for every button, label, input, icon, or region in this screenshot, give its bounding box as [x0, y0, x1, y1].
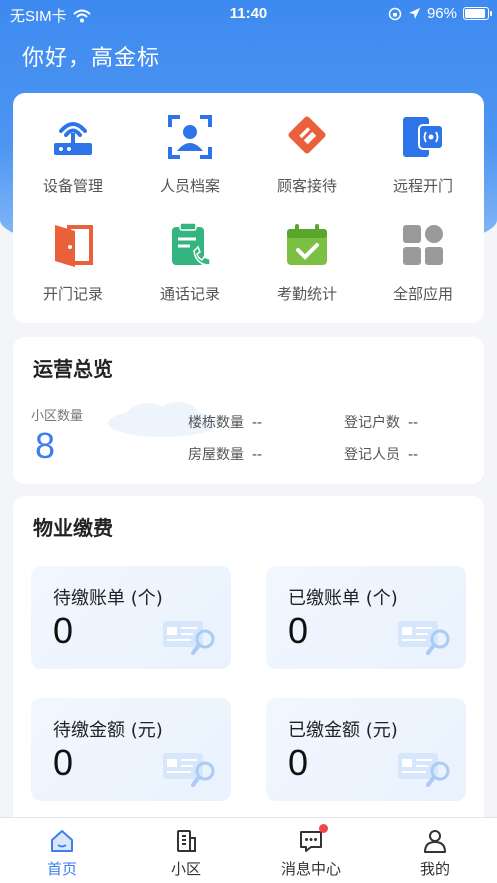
household-count: 登记户数 -- — [344, 415, 419, 431]
orientation-lock-icon — [388, 7, 402, 20]
community-count-label: 小区数量 — [31, 409, 84, 424]
app-door-records[interactable]: 开门记录 — [18, 221, 128, 304]
fee-card-paid-bills[interactable]: 已缴账单 (个) 0 — [266, 566, 466, 669]
section-title: 运营总览 — [33, 357, 113, 381]
app-device-management[interactable]: 设备管理 — [18, 113, 128, 196]
tab-community[interactable]: 小区 — [136, 828, 236, 879]
grid-apps-icon — [403, 225, 443, 265]
calendar-check-icon — [287, 224, 327, 265]
fee-card-unpaid-amount[interactable]: 待缴金额 (元) 0 — [31, 698, 231, 801]
face-scan-icon — [168, 115, 212, 159]
fee-card-paid-amount[interactable]: 已缴金额 (元) 0 — [266, 698, 466, 801]
section-title: 物业缴费 — [33, 516, 113, 540]
app-grid-card: 设备管理 人员档案 顾客接待 远程开门 开门记录 通话记录 考勤统计 全部应用 — [13, 93, 484, 323]
home-icon — [51, 830, 73, 852]
bottom-tab-bar: 首页 小区 消息中心 我的 — [0, 817, 497, 883]
battery-percent: 96% — [426, 5, 457, 22]
app-personnel-files[interactable]: 人员档案 — [135, 113, 245, 196]
community-count-value: 8 — [35, 425, 56, 466]
bill-search-icon — [163, 753, 215, 787]
building-icon — [177, 830, 196, 852]
bill-search-icon — [398, 621, 450, 655]
operations-overview-card: 运营总览 小区数量 8 楼栋数量 -- 登记户数 -- 房屋数量 -- 登记人员 -- — [13, 337, 484, 484]
reception-icon — [288, 116, 326, 154]
tab-home[interactable]: 首页 — [12, 828, 112, 879]
app-all-apps[interactable]: 全部应用 — [368, 221, 478, 304]
door-open-icon — [55, 225, 93, 267]
bill-search-icon — [163, 621, 215, 655]
location-icon — [408, 8, 420, 19]
property-fees-card: 物业缴费 待缴账单 (个) 0 已缴账单 (个) 0 待缴金额 (元) 0 已缴… — [13, 496, 484, 826]
tab-messages[interactable]: 消息中心 — [261, 824, 361, 879]
status-bar: 无SIM卡 11:40 96% — [0, 0, 497, 28]
tab-profile[interactable]: 我的 — [385, 828, 485, 879]
remote-door-icon — [403, 117, 444, 157]
user-icon — [424, 830, 446, 853]
battery-icon — [463, 7, 492, 20]
app-remote-open-door[interactable]: 远程开门 — [368, 113, 478, 196]
app-call-records[interactable]: 通话记录 — [135, 221, 245, 304]
house-count: 房屋数量 -- — [188, 447, 263, 463]
router-icon — [54, 122, 92, 155]
app-customer-reception[interactable]: 顾客接待 — [252, 113, 362, 196]
greeting-text: 你好，高金标 — [22, 46, 161, 71]
call-record-icon — [172, 222, 211, 266]
app-attendance-stats[interactable]: 考勤统计 — [252, 221, 362, 304]
registered-person-count: 登记人员 -- — [344, 447, 419, 463]
unread-badge — [319, 824, 328, 833]
building-count: 楼栋数量 -- — [188, 415, 263, 431]
bill-search-icon — [398, 753, 450, 787]
fee-card-unpaid-bills[interactable]: 待缴账单 (个) 0 — [31, 566, 231, 669]
